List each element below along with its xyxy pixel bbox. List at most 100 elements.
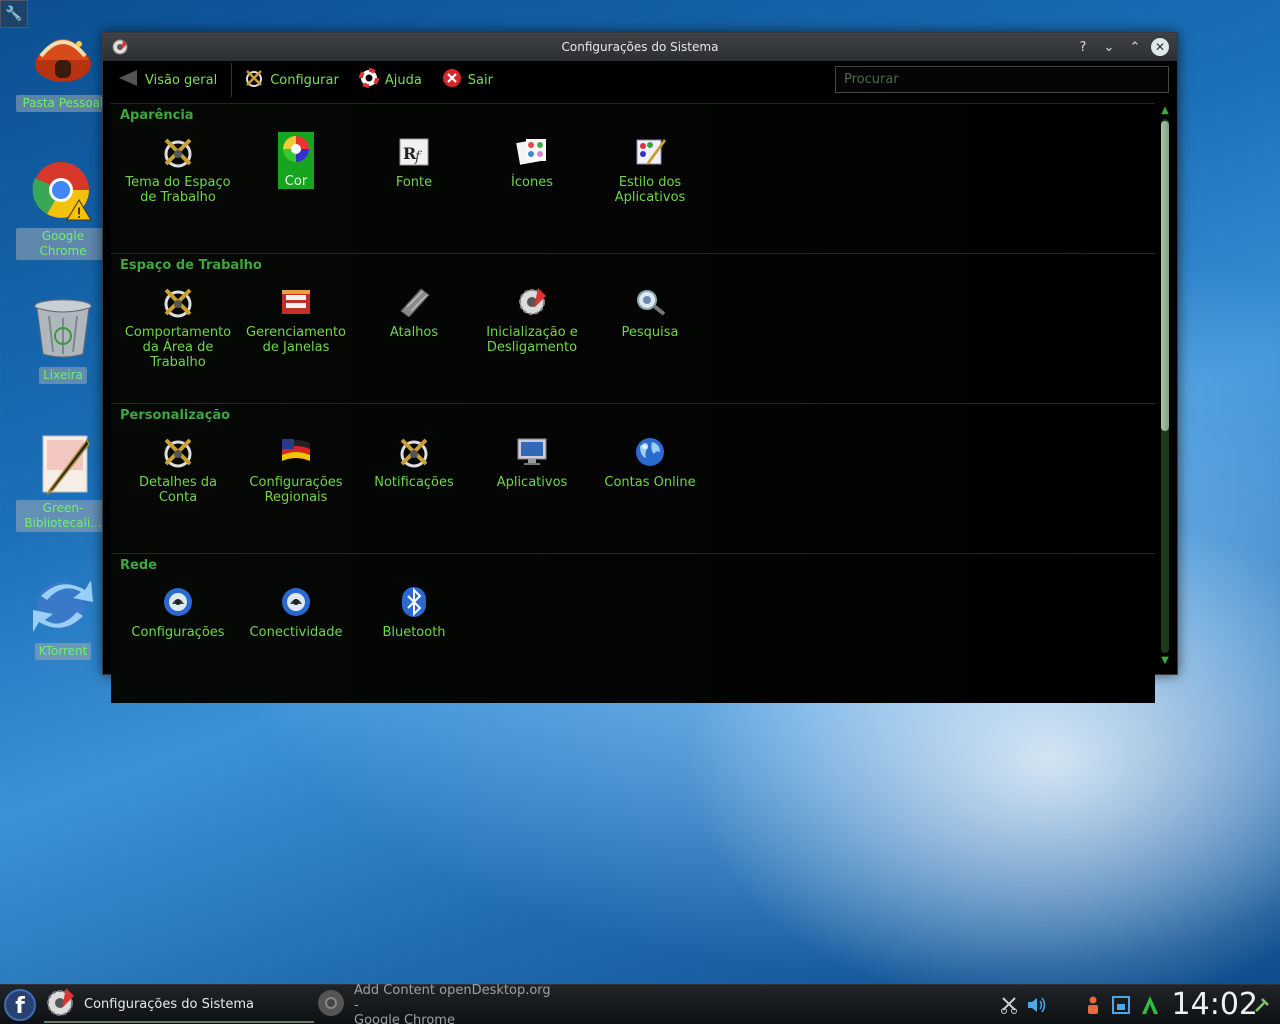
settings-categories: Aparência Tema do Espaço de Trabalho Cor… [111,103,1155,703]
document-pen-icon [31,432,95,496]
settings-item-search[interactable]: Pesquisa [591,282,709,340]
settings-item-window-management[interactable]: Gerenciamento de Janelas [237,282,355,355]
section-title: Rede [120,558,157,573]
settings-item-online-accounts[interactable]: Contas Online [591,432,709,490]
section-network: Rede Configurações Conectividade Bluetoo… [111,553,1155,703]
help-window-button[interactable]: ? [1073,37,1093,57]
task-label: Google Chrome [354,1012,455,1024]
system-settings-window: Configurações do Sistema ? ⌄ ⌃ ✕ Visão g… [102,32,1178,703]
font-icon: Rf [396,132,432,172]
item-label: Configurações Regionais [249,475,343,505]
item-label: Notificações [374,475,454,490]
settings-item-color[interactable]: Cor [237,132,355,189]
item-label: Cor [278,174,314,189]
maximize-button[interactable]: ⌃ [1125,37,1145,57]
taskbar: f Configurações do Sistema Add Content o… [0,983,1280,1024]
wrench-icon: 🔧 [5,6,23,22]
desktop-icon-label: Lixeira [39,367,87,384]
svg-text:f: f [15,994,25,1019]
settings-item-connectivity[interactable]: Conectividade [237,582,355,640]
scroll-up-icon[interactable]: ▲ [1159,105,1171,117]
close-button[interactable]: ✕ [1151,38,1169,56]
chrome-icon: ! [31,160,95,224]
item-label: Gerenciamento de Janelas [245,325,347,355]
scroll-thumb[interactable] [1161,121,1169,431]
section-appearance: Aparência Tema do Espaço de Trabalho Cor… [111,103,1155,253]
settings-item-applications[interactable]: Aplicativos [473,432,591,490]
back-arrow-icon [117,69,139,91]
startup-icon [514,282,550,322]
task-system-settings[interactable]: Configurações do Sistema [44,987,314,1023]
quit-label: Sair [467,72,493,88]
minimize-button[interactable]: ⌄ [1099,37,1119,57]
item-label: Estilo dos Aplicativos [614,175,686,205]
configure-tools-icon [244,68,264,92]
trash-icon [31,296,95,360]
settings-item-desktop-behavior[interactable]: Comportamento da Área de Trabalho [119,282,237,370]
scroll-down-icon[interactable]: ▼ [1159,655,1171,667]
updates-icon[interactable] [1140,993,1160,1017]
clock[interactable]: 14:02 [1172,986,1258,1024]
settings-item-regional[interactable]: Configurações Regionais [237,432,355,505]
overview-label: Visão geral [145,72,218,88]
search-icon [632,282,668,322]
quit-button[interactable]: Sair [442,68,493,92]
volume-icon[interactable] [1026,993,1048,1017]
network-status-icon[interactable] [1112,993,1130,1017]
desktop-icon-trash[interactable]: Lixeira [16,296,110,384]
flag-icon [278,432,314,472]
connectivity-icon [278,582,314,622]
bluetooth-icon [396,582,432,622]
settings-item-workspace-theme[interactable]: Tema do Espaço de Trabalho [119,132,237,205]
fedora-launcher-icon[interactable]: f [4,989,36,1021]
desktop-icon-chrome[interactable]: ! Google Chrome [16,160,110,260]
notifications-icon [396,432,432,472]
vertical-scrollbar[interactable]: ▲ ▼ [1159,105,1171,667]
overview-button[interactable]: Visão geral [117,69,217,91]
globe-icon [632,432,668,472]
main-toolbar: Visão geral Configurar Ajuda Sair [103,61,1177,99]
desktop-icon-label: Green-Bibliotecali... [16,500,110,532]
network-settings-icon [160,582,196,622]
settings-item-startup[interactable]: Inicialização e Desligamento [473,282,591,355]
desktop-icon-home[interactable]: Pasta Pessoal [16,24,110,112]
icons-icon [514,132,550,172]
panel-tools-icon[interactable] [1254,993,1270,1017]
settings-item-notifications[interactable]: Notificações [355,432,473,490]
item-label: Comportamento da Área de Trabalho [124,325,232,370]
desktop-behavior-icon [160,282,196,322]
settings-item-font[interactable]: Rf Fonte [355,132,473,190]
help-button[interactable]: Ajuda [358,68,422,92]
window-titlebar[interactable]: Configurações do Sistema ? ⌄ ⌃ ✕ [103,33,1177,61]
desktop-icon-document[interactable]: Green-Bibliotecali... [16,432,110,532]
item-label: Atalhos [389,325,439,340]
item-label: Inicialização e Desligamento [486,325,578,355]
user-status-icon[interactable] [1086,993,1100,1017]
scissors-icon[interactable] [1000,993,1018,1017]
quit-icon [442,68,462,92]
settings-item-icons[interactable]: Ícones [473,132,591,190]
monitor-icon [514,432,550,472]
task-label: Add Content openDesktop.org - [354,982,551,1013]
help-label: Ajuda [384,72,422,88]
item-label: Configurações [131,625,225,640]
desktop-icon-label: Pasta Pessoal [16,95,110,112]
settings-item-network-settings[interactable]: Configurações [119,582,237,640]
settings-item-account-details[interactable]: Detalhes da Conta [119,432,237,505]
workspace-theme-icon [160,132,196,172]
search-input[interactable] [835,66,1169,93]
toolbar-separator [231,63,233,97]
settings-item-app-style[interactable]: Estilo dos Aplicativos [591,132,709,205]
item-label: Bluetooth [382,625,446,640]
chrome-icon [316,988,346,1022]
settings-item-shortcuts[interactable]: Atalhos [355,282,473,340]
desktop-icon-ktorrent[interactable]: KTorrent [16,572,110,660]
settings-item-bluetooth[interactable]: Bluetooth [355,582,473,640]
item-label: Pesquisa [621,325,679,340]
item-label: Aplicativos [496,475,568,490]
task-google-chrome[interactable]: Add Content openDesktop.org - Google Chr… [316,983,556,1024]
configure-button[interactable]: Configurar [244,68,339,92]
item-label: Tema do Espaço de Trabalho [125,175,231,205]
account-details-icon [160,432,196,472]
desktop-icon-label: KTorrent [34,643,92,660]
